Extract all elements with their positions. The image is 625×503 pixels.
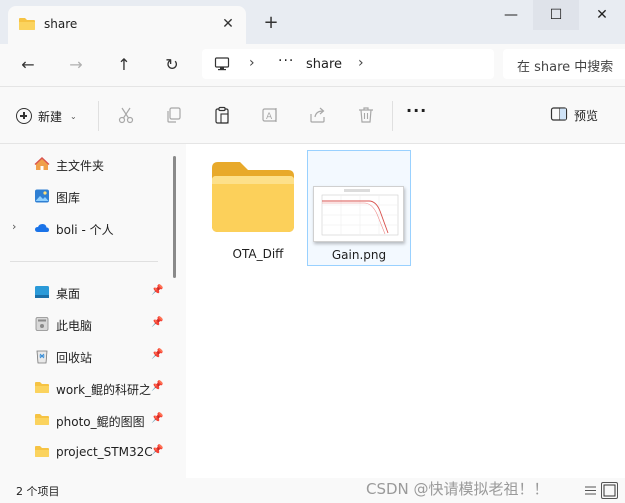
close-window-button[interactable]: ✕ [579, 0, 625, 30]
delete-icon[interactable] [356, 105, 376, 125]
navigation-pane: 主文件夹 图库 › boli - 个人 桌面 📌 此电脑 📌 回收站 📌 wor… [0, 144, 186, 478]
more-options-button[interactable]: ··· [406, 101, 427, 120]
share-icon[interactable] [308, 105, 328, 125]
breadcrumb-chevron[interactable]: › [249, 55, 255, 71]
sidebar-item-label: 桌面 [56, 287, 81, 301]
breadcrumb-more-button[interactable]: ··· [278, 53, 294, 69]
tab-title: share [44, 17, 78, 31]
chevron-down-icon: ⌄ [70, 111, 77, 121]
new-tab-button[interactable]: + [260, 12, 282, 34]
sidebar-divider [10, 261, 158, 262]
item-count: 2 个项目 [16, 485, 60, 498]
svg-text:A: A [266, 112, 273, 122]
large-icons-view-icon[interactable] [601, 482, 618, 499]
file-item-ota-diff[interactable]: OTA_Diff [206, 150, 310, 266]
expand-chevron-icon[interactable]: › [12, 220, 16, 233]
title-bar: share ✕ + — ☐ ✕ [0, 0, 625, 44]
folder-icon [210, 160, 296, 237]
sidebar-item-label: 主文件夹 [56, 159, 105, 173]
sidebar-item-desktop[interactable]: 桌面 📌 [0, 276, 170, 308]
sidebar-item-label: 图库 [56, 191, 81, 205]
sidebar-item-label: work_鲲的科研之 [56, 383, 152, 397]
sidebar-item-label: boli - 个人 [56, 223, 114, 237]
image-thumbnail [313, 186, 404, 242]
sidebar-item-this-pc[interactable]: 此电脑 📌 [0, 308, 170, 340]
details-view-icon[interactable] [582, 482, 599, 499]
sidebar-item-label: 回收站 [56, 351, 93, 365]
sidebar-item-label: 此电脑 [56, 319, 93, 333]
watermark: CSDN @快请模拟老祖！！ [366, 480, 549, 498]
pin-icon[interactable]: 📌 [151, 445, 163, 456]
folder-icon [18, 17, 36, 34]
folder-icon [34, 412, 50, 428]
search-box[interactable]: 在 share 中搜索 [503, 49, 625, 79]
maximize-button[interactable]: ☐ [533, 0, 579, 30]
tab-close-button[interactable]: ✕ [218, 14, 238, 34]
up-button[interactable]: ↑ [110, 52, 138, 78]
sidebar-item-gallery[interactable]: 图库 [0, 180, 170, 212]
status-bar: 2 个项目 CSDN @快请模拟老祖！！ [0, 478, 625, 503]
sidebar-item-home[interactable]: 主文件夹 [0, 148, 170, 180]
navigation-bar: ← → ↑ ↻ › ··· share › 在 share 中搜索 [0, 44, 625, 86]
sidebar-item-project-folder[interactable]: project_STM32C 📌 [0, 436, 170, 468]
preview-pane-icon [550, 106, 568, 125]
command-bar: 新建 ⌄ A ··· 预览 [0, 86, 625, 144]
file-item-gain-png[interactable]: Gain.png [307, 150, 411, 266]
file-list: OTA_Diff Gain.png [186, 144, 625, 478]
rename-icon[interactable]: A [260, 105, 280, 125]
breadcrumb-chevron[interactable]: › [358, 55, 364, 71]
tab-share[interactable]: share ✕ [8, 6, 246, 44]
sidebar-item-recycle-bin[interactable]: 回收站 📌 [0, 340, 170, 372]
refresh-button[interactable]: ↻ [158, 52, 186, 78]
desktop-icon [34, 284, 50, 300]
breadcrumb-current[interactable]: share [306, 57, 342, 72]
cut-icon[interactable] [116, 105, 136, 125]
gallery-icon [34, 188, 50, 204]
file-name: OTA_Diff [232, 247, 284, 261]
sidebar-item-label: photo_鲲的图图 [56, 415, 145, 429]
preview-label: 预览 [574, 109, 599, 123]
pin-icon[interactable]: 📌 [151, 381, 163, 392]
sidebar-item-label: project_STM32C [56, 445, 152, 459]
search-placeholder: 在 share 中搜索 [517, 60, 614, 75]
pin-icon[interactable]: 📌 [151, 285, 163, 296]
preview-pane-button[interactable]: 预览 [550, 106, 598, 125]
pin-icon[interactable]: 📌 [151, 349, 163, 360]
onedrive-icon [34, 220, 50, 236]
plus-circle-icon [16, 108, 32, 124]
folder-icon [34, 380, 50, 396]
sidebar-item-photo-folder[interactable]: photo_鲲的图图 📌 [0, 404, 170, 436]
folder-icon [34, 444, 50, 460]
sidebar-item-onedrive[interactable]: › boli - 个人 [0, 212, 170, 244]
forward-button[interactable]: → [62, 52, 90, 78]
paste-icon[interactable] [212, 105, 232, 125]
toolbar-divider [392, 101, 393, 131]
file-name: Gain.png [331, 248, 387, 262]
pin-icon[interactable]: 📌 [151, 413, 163, 424]
this-pc-icon [34, 316, 50, 332]
recycle-bin-icon [34, 348, 50, 364]
new-button[interactable]: 新建 ⌄ [16, 105, 77, 127]
new-button-label: 新建 [38, 109, 63, 124]
pin-icon[interactable]: 📌 [151, 317, 163, 328]
home-icon [34, 156, 50, 172]
copy-icon[interactable] [164, 105, 184, 125]
back-button[interactable]: ← [14, 52, 42, 78]
sidebar-scrollbar[interactable] [173, 156, 176, 278]
minimize-button[interactable]: — [488, 0, 534, 30]
sidebar-item-work-folder[interactable]: work_鲲的科研之 📌 [0, 372, 170, 404]
address-bar[interactable]: › ··· share › [202, 49, 494, 79]
toolbar-divider [98, 101, 99, 131]
computer-icon[interactable] [214, 56, 230, 75]
